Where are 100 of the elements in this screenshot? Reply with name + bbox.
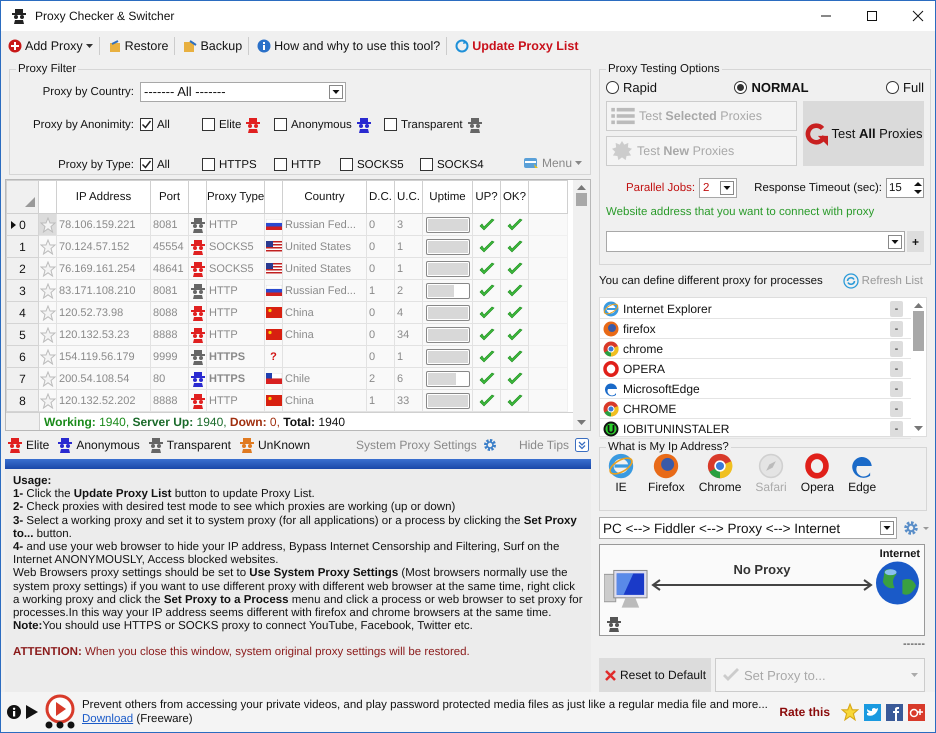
table-cell: 80 [150, 368, 188, 390]
info-icon[interactable] [7, 705, 21, 719]
bird-icon[interactable] [864, 704, 881, 720]
gear-icon [482, 438, 497, 452]
close-icon[interactable] [912, 10, 924, 22]
scroll-thumb[interactable] [576, 193, 587, 206]
remove-button[interactable]: - [890, 300, 903, 317]
column-header[interactable]: OK? [500, 180, 528, 214]
checkbox[interactable]: Elite [202, 116, 274, 132]
browser-button[interactable]: Edge [846, 453, 878, 494]
scroll-down-icon[interactable] [577, 420, 586, 425]
mode-radio[interactable]: NORMAL [734, 80, 809, 94]
checkbox[interactable]: HTTPS [202, 158, 274, 171]
scroll-up-icon[interactable] [577, 185, 586, 190]
process-item[interactable]: chrome [600, 340, 884, 357]
reset-button[interactable]: Reset to Default [599, 658, 711, 692]
mode-radio[interactable]: Rapid [606, 80, 657, 94]
checkbox[interactable]: Transparent [384, 116, 483, 132]
column-header[interactable]: D.C. [366, 180, 394, 214]
column-header[interactable]: Country [282, 180, 366, 214]
download-link[interactable]: Download [82, 713, 134, 725]
scroll-thumb[interactable] [913, 311, 924, 352]
play-icon[interactable] [26, 705, 38, 719]
star-icon[interactable] [40, 392, 56, 408]
row-header[interactable]: 4 [6, 302, 38, 324]
checkbox[interactable]: All [140, 158, 202, 171]
remove-button[interactable]: - [890, 380, 903, 397]
column-header[interactable]: Uptime [422, 180, 472, 214]
row-header[interactable]: 2 [6, 258, 38, 280]
remove-button[interactable]: - [890, 320, 903, 337]
row-header[interactable]: 3 [6, 280, 38, 302]
column-header[interactable]: Proxy Type [206, 180, 264, 214]
chain-dropdown[interactable]: PC <--> Fiddler <--> Proxy <--> Internet [599, 517, 897, 540]
remove-button[interactable]: - [890, 340, 903, 357]
table-cell: 78.106.159.221 [56, 214, 150, 236]
star-icon[interactable] [40, 238, 56, 254]
remove-button[interactable]: - [890, 400, 903, 417]
row-header[interactable]: 6 [6, 346, 38, 368]
row-header[interactable]: 8 [6, 390, 38, 412]
toolbar-button[interactable]: Restore [106, 37, 176, 55]
row-header[interactable]: 7 [6, 368, 38, 390]
remove-button[interactable]: - [890, 420, 903, 437]
checkbox[interactable]: SOCKS4 [420, 158, 500, 171]
browser-button[interactable]: Chrome [696, 453, 744, 494]
column-header[interactable]: UP? [472, 180, 500, 214]
mode-radio[interactable]: Full [886, 80, 924, 94]
toolbar-button[interactable]: Update Proxy List [453, 37, 585, 55]
row-header[interactable]: 5 [6, 324, 38, 346]
toolbar-button[interactable]: Add Proxy [6, 37, 100, 55]
process-item[interactable]: OPERA [600, 360, 884, 377]
box-icon [183, 39, 198, 53]
chrome-icon [707, 453, 734, 480]
process-item[interactable]: CHROME [600, 400, 884, 417]
checkbox[interactable]: Anonymous [274, 116, 384, 132]
checkbox[interactable]: HTTP [274, 158, 340, 171]
timeout-label: Response Timeout (sec): [754, 182, 882, 194]
checkbox[interactable]: SOCKS5 [340, 158, 420, 171]
star-icon[interactable] [40, 216, 56, 232]
remove-button[interactable]: - [890, 360, 903, 377]
process-item[interactable]: firefox [600, 320, 884, 337]
plus-square-icon[interactable] [908, 704, 925, 720]
test-all-button[interactable]: Test All Proxies [803, 101, 924, 166]
star-icon[interactable] [40, 260, 56, 276]
settings-icon[interactable] [903, 520, 931, 536]
column-header[interactable]: U.C. [394, 180, 422, 214]
add-button[interactable]: + [907, 231, 924, 252]
timeout-spinner[interactable]: 15 [886, 178, 924, 198]
scroll-up-icon[interactable] [914, 303, 923, 308]
parallel-jobs-dropdown[interactable]: 2 [699, 178, 738, 198]
star-icon[interactable] [841, 703, 859, 721]
website-dropdown[interactable] [606, 231, 905, 252]
column-header[interactable]: IP Address [56, 180, 150, 214]
browser-button[interactable]: Opera [798, 453, 836, 494]
splitter-bar[interactable] [5, 459, 591, 469]
star-icon[interactable] [40, 326, 56, 342]
row-header[interactable]: 1 [6, 236, 38, 258]
star-icon[interactable] [40, 370, 56, 386]
table-cell: 4 [394, 302, 422, 324]
browser-button[interactable]: IE [606, 453, 636, 494]
scroll-down-icon[interactable] [914, 426, 923, 432]
maximize-icon[interactable] [866, 10, 878, 22]
add-icon [8, 39, 22, 53]
field-label: Proxy by Country: [42, 86, 135, 98]
process-item[interactable]: Internet Explorer [600, 300, 884, 317]
column-header[interactable]: Port [150, 180, 188, 214]
country-dropdown[interactable]: ------- All ------- [140, 82, 346, 102]
toolbar-button[interactable]: How and why to use this tool? [255, 37, 448, 55]
checkbox[interactable]: All [140, 118, 202, 131]
star-icon[interactable] [40, 282, 56, 298]
star-icon[interactable] [40, 304, 56, 320]
toolbar-button[interactable]: Backup [181, 37, 250, 55]
star-icon[interactable] [40, 348, 56, 364]
row-pointer-icon [11, 221, 16, 229]
social-square-icon[interactable] [886, 704, 903, 720]
browser-button[interactable]: Firefox [646, 453, 687, 494]
row-header[interactable]: 0 [6, 214, 38, 236]
process-item[interactable]: MicrosoftEdge [600, 380, 884, 397]
process-item[interactable]: IOBITUNINSTALER [600, 420, 884, 437]
processes-label: You can define different proxy for processes [599, 275, 823, 288]
scrollbar[interactable] [573, 180, 590, 430]
